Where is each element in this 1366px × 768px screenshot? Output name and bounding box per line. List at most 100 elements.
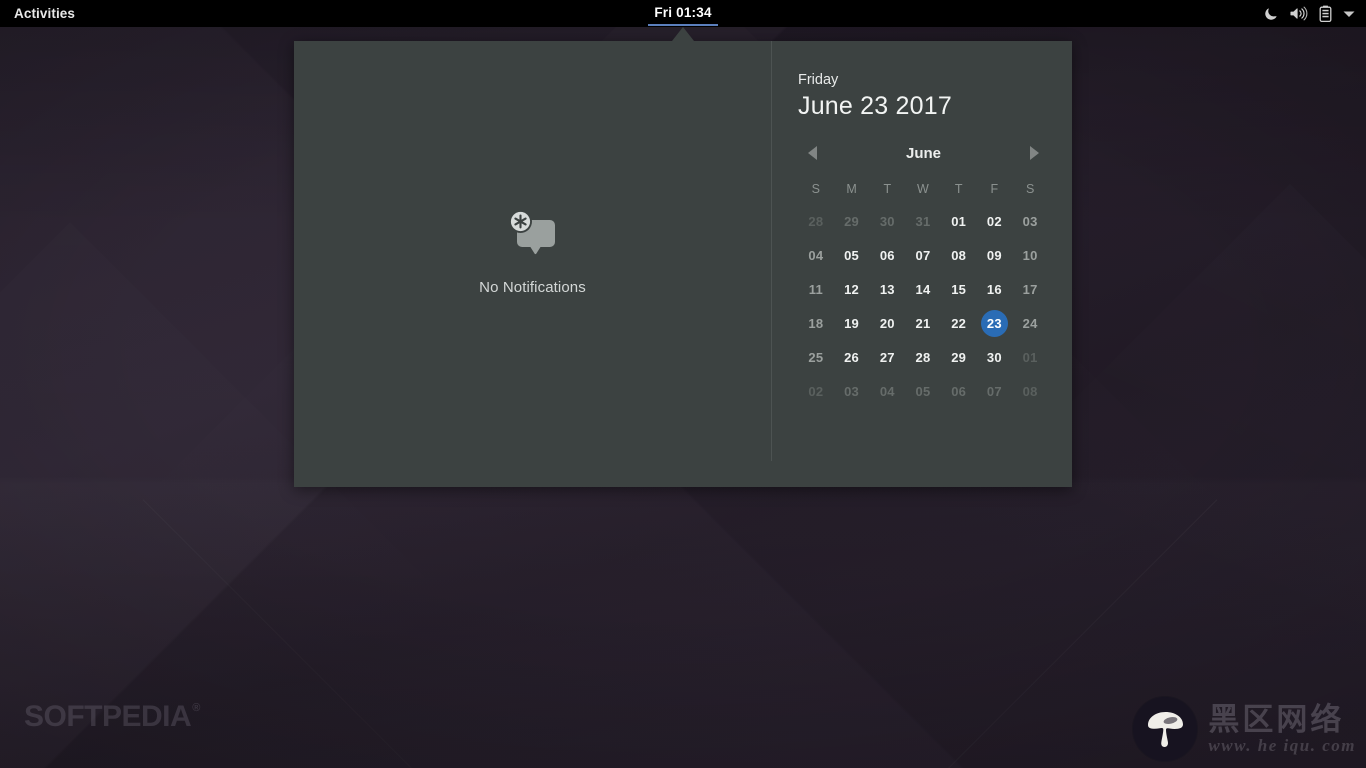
calendar-day[interactable]: 04 (874, 378, 901, 405)
calendar-day[interactable]: 19 (838, 310, 865, 337)
calendar-day-cell[interactable]: 01 (1012, 340, 1048, 374)
calendar-day[interactable]: 11 (802, 276, 829, 303)
calendar-weekday-header-row: S M T W T F S (798, 178, 1048, 204)
calendar-day-cell[interactable]: 18 (798, 306, 834, 340)
calendar-day[interactable]: 01 (1017, 344, 1044, 371)
calendar-day-cell[interactable]: 31 (905, 204, 941, 238)
calendar-day-cell[interactable]: 29 (834, 204, 870, 238)
calendar-weekday-label: Friday (798, 72, 839, 88)
calendar-day-cell[interactable]: 05 (905, 374, 941, 408)
calendar-day-cell[interactable]: 03 (834, 374, 870, 408)
calendar-day-cell[interactable]: 04 (798, 238, 834, 272)
calendar-day-cell[interactable]: 16 (977, 272, 1013, 306)
calendar-day[interactable]: 10 (1017, 242, 1044, 269)
calendar-day-cell[interactable]: 30 (977, 340, 1013, 374)
calendar-day[interactable]: 03 (838, 378, 865, 405)
calendar-day-cell[interactable]: 13 (869, 272, 905, 306)
calendar-grid: S M T W T F S 28 29 30 31 01 02 03 04 05 06 07 08 09… (798, 178, 1048, 408)
calendar-day-cell[interactable]: 09 (977, 238, 1013, 272)
calendar-day[interactable]: 06 (874, 242, 901, 269)
calendar-day-cell[interactable]: 26 (834, 340, 870, 374)
night-light-icon[interactable] (1264, 0, 1279, 27)
calendar-day-cell[interactable]: 14 (905, 272, 941, 306)
pane-divider (771, 41, 772, 461)
calendar-day[interactable]: 02 (802, 378, 829, 405)
calendar-day-cell[interactable]: 01 (941, 204, 977, 238)
calendar-day[interactable]: 09 (981, 242, 1008, 269)
calendar-day[interactable]: 20 (874, 310, 901, 337)
calendar-day-cell[interactable]: 11 (798, 272, 834, 306)
activities-button[interactable]: Activities (5, 0, 84, 27)
calendar-day-cell[interactable]: 27 (869, 340, 905, 374)
calendar-day-cell[interactable]: 04 (869, 374, 905, 408)
calendar-day[interactable]: 08 (1017, 378, 1044, 405)
calendar-day[interactable]: 18 (802, 310, 829, 337)
calendar-day[interactable]: 04 (802, 242, 829, 269)
prev-month-icon[interactable] (808, 146, 817, 160)
calendar-day-cell[interactable]: 29 (941, 340, 977, 374)
calendar-day-cell[interactable]: 08 (941, 238, 977, 272)
calendar-day[interactable]: 23 (980, 309, 1008, 337)
status-menu-area[interactable] (1264, 0, 1366, 27)
calendar-day-cell[interactable]: 02 (798, 374, 834, 408)
calendar-day[interactable]: 06 (945, 378, 972, 405)
calendar-day[interactable]: 08 (945, 242, 972, 269)
calendar-day-cell[interactable]: 02 (977, 204, 1013, 238)
calendar-day-cell[interactable]: 07 (905, 238, 941, 272)
calendar-day-cell[interactable]: 05 (834, 238, 870, 272)
calendar-day-cell[interactable]: 06 (869, 238, 905, 272)
calendar-day[interactable]: 22 (945, 310, 972, 337)
calendar-day-cell[interactable]: 19 (834, 306, 870, 340)
calendar-day-cell[interactable]: 08 (1012, 374, 1048, 408)
calendar-day[interactable]: 16 (981, 276, 1008, 303)
calendar-day-cell[interactable]: 20 (869, 306, 905, 340)
next-month-icon[interactable] (1029, 146, 1039, 160)
calendar-day-cell[interactable]: 03 (1012, 204, 1048, 238)
weekday-header: T (954, 182, 963, 196)
calendar-day[interactable]: 15 (945, 276, 972, 303)
calendar-day-cell[interactable]: 28 (798, 204, 834, 238)
calendar-day[interactable]: 05 (838, 242, 865, 269)
calendar-day-cell[interactable]: 07 (977, 374, 1013, 408)
calendar-day[interactable]: 07 (909, 242, 936, 269)
calendar-day[interactable]: 29 (945, 344, 972, 371)
calendar-day-cell[interactable]: 15 (941, 272, 977, 306)
calendar-day[interactable]: 26 (838, 344, 865, 371)
calendar-day[interactable]: 17 (1017, 276, 1044, 303)
calendar-day-cell[interactable]: 23 (977, 306, 1013, 340)
calendar-day[interactable]: 25 (802, 344, 829, 371)
calendar-day-cell[interactable]: 28 (905, 340, 941, 374)
calendar-day[interactable]: 31 (909, 208, 936, 235)
calendar-day[interactable]: 27 (874, 344, 901, 371)
battery-icon[interactable] (1319, 0, 1332, 27)
calendar-day[interactable]: 28 (909, 344, 936, 371)
calendar-day[interactable]: 29 (838, 208, 865, 235)
calendar-day-cell[interactable]: 22 (941, 306, 977, 340)
chevron-down-icon[interactable] (1343, 0, 1355, 27)
calendar-day[interactable]: 14 (909, 276, 936, 303)
calendar-day-cell[interactable]: 17 (1012, 272, 1048, 306)
calendar-day[interactable]: 01 (945, 208, 972, 235)
clock-button[interactable]: Fri 01:34 (642, 0, 723, 27)
calendar-day[interactable]: 03 (1017, 208, 1044, 235)
calendar-popup-panel: No Notifications Friday June 23 2017 Jun… (294, 41, 1072, 487)
calendar-day-cell[interactable]: 24 (1012, 306, 1048, 340)
calendar-day-cell[interactable]: 25 (798, 340, 834, 374)
calendar-day-cell[interactable]: 21 (905, 306, 941, 340)
calendar-day[interactable]: 30 (874, 208, 901, 235)
calendar-day[interactable]: 05 (909, 378, 936, 405)
calendar-day[interactable]: 07 (981, 378, 1008, 405)
calendar-day-cell[interactable]: 10 (1012, 238, 1048, 272)
calendar-day-cell[interactable]: 06 (941, 374, 977, 408)
calendar-day-cell[interactable]: 30 (869, 204, 905, 238)
volume-icon[interactable] (1290, 0, 1308, 27)
calendar-day-cell[interactable]: 12 (834, 272, 870, 306)
calendar-day[interactable]: 24 (1017, 310, 1044, 337)
clock-label: Fri 01:34 (654, 5, 712, 20)
calendar-day[interactable]: 21 (909, 310, 936, 337)
calendar-day[interactable]: 02 (981, 208, 1008, 235)
calendar-day[interactable]: 30 (981, 344, 1008, 371)
calendar-day[interactable]: 13 (874, 276, 901, 303)
calendar-day[interactable]: 12 (838, 276, 865, 303)
calendar-day[interactable]: 28 (802, 208, 829, 235)
